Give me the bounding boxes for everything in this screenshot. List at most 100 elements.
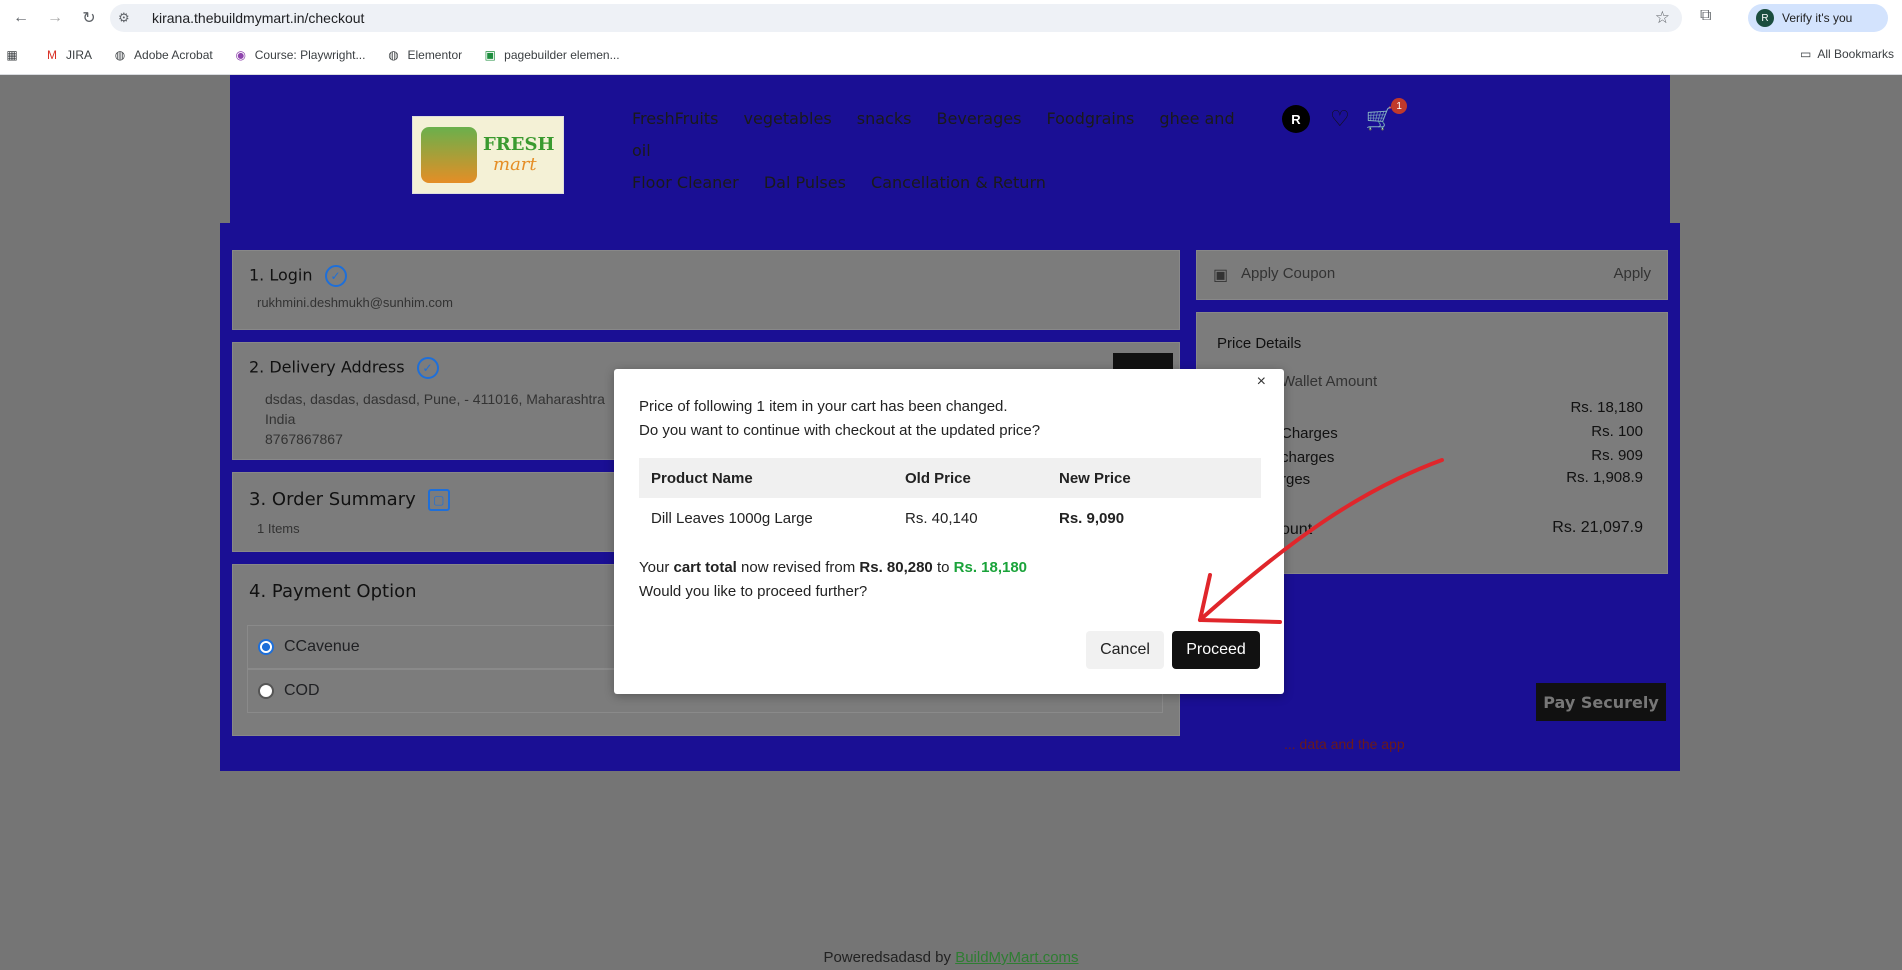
- back-icon[interactable]: ←: [8, 5, 34, 31]
- annotation-arrow: [1198, 458, 1444, 624]
- price-label: Charges: [1281, 425, 1338, 442]
- total-value: Rs. 21,097.9: [1552, 519, 1643, 536]
- course-icon: ◉: [235, 48, 246, 62]
- column-header: Old Price: [893, 458, 1047, 498]
- coupon-icon: ▣: [1213, 267, 1229, 284]
- check-circle-icon: ✓: [324, 265, 347, 287]
- menu-item-ghee-oil[interactable]: ghee and oil: [632, 109, 1235, 160]
- wallet-label: Wallet Amount: [1281, 373, 1378, 390]
- cart-count-badge: 1: [1391, 98, 1408, 114]
- header-inner: FRESH mart FreshFruits vegetables snacks…: [402, 95, 1496, 225]
- gmail-icon: M: [47, 48, 57, 62]
- bookmarks-bar: ▦ M JIRA ◍ Adobe Acrobat ◉ Course: Playwrig…: [0, 36, 1902, 75]
- total-from: Rs. 80,280: [859, 559, 933, 576]
- bookmark-label: JIRA: [66, 48, 93, 62]
- old-price: Rs. 40,140: [905, 509, 978, 527]
- logo-subtext: mart: [493, 154, 537, 175]
- bookmark-label: Elementor: [407, 48, 463, 62]
- all-bookmarks-label: All Bookmarks: [1817, 47, 1894, 61]
- column-header: Product Name: [639, 458, 893, 498]
- menu-item-floor-cleaner[interactable]: Floor Cleaner: [632, 173, 739, 192]
- all-bookmarks[interactable]: ▭ All Bookmarks: [1800, 47, 1894, 61]
- price-value: Rs. 18,180: [1570, 399, 1643, 416]
- site-header: FRESH mart FreshFruits vegetables snacks…: [230, 75, 1670, 225]
- address-line: dsdas, dasdas, dasdasd, Pune, - 411016, …: [265, 391, 605, 407]
- verify-profile-button[interactable]: R Verify it's you: [1748, 4, 1888, 32]
- modal-message-line1: Price of following 1 item in your cart h…: [639, 398, 1008, 415]
- wishlist-heart-icon[interactable]: ♡: [1330, 106, 1350, 132]
- address-bar[interactable]: ⚙ kirana.thebuildmymart.in/checkout ☆: [110, 4, 1682, 32]
- price-value: Rs. 909: [1591, 447, 1643, 464]
- cart-icon[interactable]: 🛒 1: [1366, 98, 1408, 132]
- bookmark-label: Adobe Acrobat: [134, 48, 213, 62]
- payment-title: 4. Payment Option: [249, 581, 417, 602]
- box-icon: ▢: [427, 489, 450, 511]
- price-value: Rs. 1,908.9: [1566, 469, 1643, 486]
- folder-icon: ▭: [1799, 47, 1812, 61]
- extensions-icon[interactable]: ⧉: [1700, 7, 1711, 25]
- verify-label: Verify it's you: [1782, 11, 1853, 25]
- total-to: Rs. 18,180: [953, 559, 1028, 576]
- reload-icon[interactable]: ↻: [76, 5, 102, 31]
- bookmark-label: pagebuilder elemen...: [504, 48, 620, 62]
- logo-text: FRESH: [483, 134, 555, 155]
- login-card: 1. Login ✓ rukhmini.deshmukh@sunhim.com: [232, 250, 1180, 330]
- footer: Poweredsadasd by BuildMyMart.coms: [0, 949, 1902, 966]
- header-icons: R ♡ 🛒 1: [1282, 98, 1408, 133]
- total-prefix: Your: [639, 559, 674, 576]
- globe-icon: ◍: [114, 48, 126, 62]
- radio-selected[interactable]: [258, 639, 274, 655]
- menu-item-snacks[interactable]: snacks: [857, 109, 912, 128]
- bookmark-adobe[interactable]: ◍ Adobe Acrobat: [112, 48, 213, 62]
- login-email: rukhmini.deshmukh@sunhim.com: [257, 295, 453, 310]
- basket-icon: [421, 127, 477, 183]
- total-mid: now revised from: [736, 559, 860, 576]
- footer-text: Poweredsadasd by: [823, 949, 956, 966]
- site-info-icon[interactable]: ⚙: [118, 10, 136, 26]
- pay-securely-button[interactable]: Pay Securely: [1536, 683, 1666, 721]
- url-text: kirana.thebuildmymart.in/checkout: [152, 10, 365, 26]
- menu-item-foodgrains[interactable]: Foodgrains: [1047, 109, 1135, 128]
- apply-coupon-button[interactable]: Apply: [1613, 265, 1651, 282]
- payment-option-label: CCavenue: [284, 638, 360, 655]
- cancel-button[interactable]: Cancel: [1086, 631, 1164, 669]
- payment-option-label: COD: [284, 682, 320, 699]
- bookmark-pagebuilder[interactable]: ▣ pagebuilder elemen...: [482, 48, 620, 62]
- coupon-label[interactable]: Apply Coupon: [1241, 265, 1335, 282]
- coupon-card: ▣ Apply Coupon Apply: [1196, 250, 1668, 300]
- order-title: 3. Order Summary: [249, 489, 416, 510]
- globe-icon: ◍: [388, 48, 399, 62]
- footer-link[interactable]: BuildMyMart.coms: [955, 949, 1078, 966]
- price-change-table: Product Name Old Price New Price Dill Le…: [639, 458, 1261, 538]
- forward-icon[interactable]: →: [42, 5, 68, 31]
- radio-unselected[interactable]: [258, 683, 274, 699]
- main-menu: FreshFruits vegetables snacks Beverages …: [632, 103, 1252, 199]
- table-row: Dill Leaves 1000g Large Rs. 40,140 Rs. 9…: [639, 498, 1261, 538]
- price-details-title: Price Details: [1217, 335, 1302, 352]
- bookmark-star-icon[interactable]: ☆: [1655, 8, 1670, 28]
- user-avatar[interactable]: R: [1282, 105, 1310, 133]
- cart-total-revised: Your cart total now revised from Rs. 80,…: [639, 556, 1027, 580]
- site-logo[interactable]: FRESH mart: [412, 116, 564, 194]
- login-title: 1. Login: [249, 265, 313, 285]
- modal-message-line2: Do you want to continue with checkout at…: [639, 422, 1041, 439]
- table-header-row: Product Name Old Price New Price: [639, 458, 1261, 498]
- close-icon[interactable]: ×: [1257, 373, 1266, 391]
- profile-avatar: R: [1756, 9, 1774, 27]
- bookmark-jira[interactable]: M JIRA: [44, 48, 92, 62]
- bookmark-course[interactable]: ◉ Course: Playwright...: [233, 48, 366, 62]
- product-name: Dill Leaves 1000g Large: [651, 509, 813, 527]
- menu-item-dal-pulses[interactable]: Dal Pulses: [764, 173, 846, 192]
- menu-item-vegetables[interactable]: vegetables: [744, 109, 832, 128]
- proceed-question: Would you like to proceed further?: [639, 583, 868, 600]
- browser-toolbar: ← → ↻ ⚙ kirana.thebuildmymart.in/checkou…: [0, 0, 1902, 36]
- apps-icon[interactable]: ▦: [4, 48, 26, 62]
- bookmark-label: Course: Playwright...: [254, 48, 366, 62]
- total-bold: cart total: [673, 559, 737, 576]
- total-to-word: to: [932, 559, 954, 576]
- menu-item-cancellation[interactable]: Cancellation & Return: [871, 173, 1046, 192]
- order-items-count: 1 Items: [257, 521, 300, 536]
- menu-item-freshfruits[interactable]: FreshFruits: [632, 109, 718, 128]
- bookmark-elementor[interactable]: ◍ Elementor: [385, 48, 462, 62]
- menu-item-beverages[interactable]: Beverages: [937, 109, 1022, 128]
